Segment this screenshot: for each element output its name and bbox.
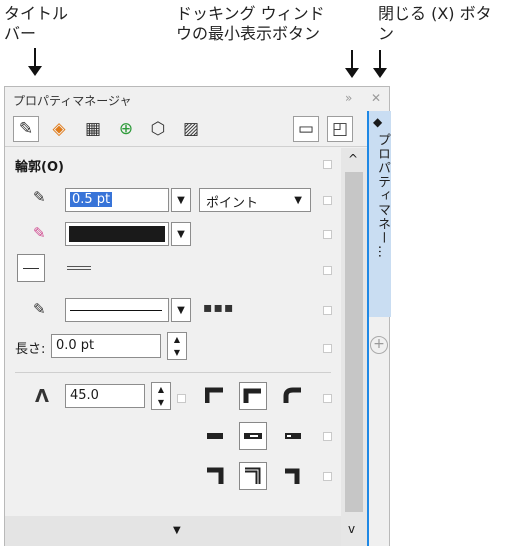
- section-title: 輪郭(O): [15, 160, 64, 175]
- outline-pen-icon[interactable]: ✎: [13, 116, 39, 142]
- scroll-up-icon[interactable]: ^: [348, 152, 358, 166]
- vertical-scrollbar[interactable]: ^ v: [341, 148, 367, 546]
- corner-miter-button[interactable]: [201, 382, 229, 410]
- docker-tab-property-manager[interactable]: ◆ プロパティマネー…: [369, 111, 391, 317]
- shape-icon[interactable]: ⬡: [145, 116, 171, 142]
- miter-spinner[interactable]: ▲ ▼: [151, 382, 171, 410]
- chevron-down-icon[interactable]: ▼: [173, 525, 181, 536]
- arrow-title-bar: [28, 48, 42, 76]
- callout-docking-minimize: ドッキング ウィンド ウの最小表示ボタン: [176, 4, 325, 43]
- unit-dropdown[interactable]: ポイント ▼: [199, 188, 311, 212]
- miter-limit-field[interactable]: 45.0: [65, 384, 145, 408]
- expand-bar[interactable]: ▼: [5, 516, 341, 546]
- position-inside-button[interactable]: [279, 462, 307, 490]
- preview-icon[interactable]: ◰: [327, 116, 353, 142]
- line-style-dropdown-button[interactable]: ▼: [171, 298, 191, 322]
- property-toolbar: ✎ ◈ ▦ ⊕ ⬡ ▨ ▭ ◰: [5, 111, 367, 147]
- property-icon: ◆: [373, 115, 383, 129]
- callout-close-button: 閉じる (X) ボタ ン: [378, 4, 492, 43]
- callout-title-bar: タイトル バー: [4, 4, 69, 43]
- separator: [15, 372, 331, 373]
- miter-limit-icon: Λ: [35, 386, 49, 407]
- outline-color-picker[interactable]: [65, 222, 169, 246]
- width-dropdown-button[interactable]: ▼: [171, 188, 191, 212]
- position-outside-button[interactable]: [201, 462, 229, 490]
- docker-tab-label: プロパティマネー…: [375, 133, 390, 259]
- effects-icon[interactable]: ⊕: [113, 116, 139, 142]
- arrow-docking-minimize: [345, 50, 359, 78]
- length-label: 長さ:: [15, 342, 46, 357]
- line-style-toggle[interactable]: [17, 254, 45, 282]
- cap-square-button[interactable]: [279, 422, 307, 450]
- length-spinner[interactable]: ▲ ▼: [167, 332, 187, 360]
- docker-tab-strip: ◆ プロパティマネー… +: [367, 111, 391, 546]
- arrow-close-button: [373, 50, 387, 78]
- pin-checkbox[interactable]: [177, 394, 186, 403]
- dash-settings-icon[interactable]: ▪▪▪: [203, 300, 234, 316]
- double-chevron-right-icon[interactable]: »: [345, 91, 352, 105]
- transparency-icon[interactable]: ▦: [80, 116, 106, 142]
- color-swatch: [69, 226, 165, 242]
- add-docker-icon[interactable]: +: [370, 336, 388, 354]
- pin-checkbox[interactable]: [323, 432, 332, 441]
- length-field[interactable]: 0.0 pt: [51, 334, 161, 358]
- outline-width-field[interactable]: 0.5 pt: [65, 188, 169, 212]
- scroll-down-icon[interactable]: v: [348, 522, 355, 536]
- cap-round-button[interactable]: [239, 422, 267, 450]
- position-center-button[interactable]: [239, 462, 267, 490]
- panel-title: プロパティマネージャ: [13, 94, 132, 108]
- pin-checkbox[interactable]: [323, 266, 332, 275]
- scrollbar-thumb[interactable]: [345, 172, 363, 512]
- pen-dash-icon: ✎: [33, 300, 46, 318]
- corner-miter-outside-button[interactable]: [239, 382, 267, 410]
- frame-icon[interactable]: ▭: [293, 116, 319, 142]
- property-manager-panel: プロパティマネージャ » ✕ ✎ ◈ ▦ ⊕ ⬡ ▨ ▭ ◰ 輪郭(O) ✎ 0…: [4, 86, 391, 546]
- pin-checkbox[interactable]: [323, 196, 332, 205]
- pin-checkbox[interactable]: [323, 344, 332, 353]
- outline-color-icon: ✎: [33, 224, 46, 242]
- line-style-picker[interactable]: [65, 298, 169, 322]
- outline-section: 輪郭(O) ✎ 0.5 pt ▼ ポイント ▼ ✎ ▼ ✎ ▼ ▪▪▪ 長さ: …: [5, 148, 341, 516]
- pin-checkbox[interactable]: [323, 160, 332, 169]
- close-icon[interactable]: ✕: [371, 91, 381, 105]
- pin-checkbox[interactable]: [323, 394, 332, 403]
- pin-checkbox[interactable]: [323, 230, 332, 239]
- pen-icon: ✎: [33, 188, 46, 206]
- pin-checkbox[interactable]: [323, 472, 332, 481]
- double-line-icon[interactable]: [67, 266, 91, 270]
- pin-checkbox[interactable]: [323, 306, 332, 315]
- cap-flat-button[interactable]: [201, 422, 229, 450]
- title-bar[interactable]: プロパティマネージャ » ✕: [5, 87, 389, 111]
- image-icon[interactable]: ▨: [178, 116, 204, 142]
- color-dropdown-button[interactable]: ▼: [171, 222, 191, 246]
- corner-round-button[interactable]: [279, 382, 307, 410]
- fill-icon[interactable]: ◈: [46, 116, 72, 142]
